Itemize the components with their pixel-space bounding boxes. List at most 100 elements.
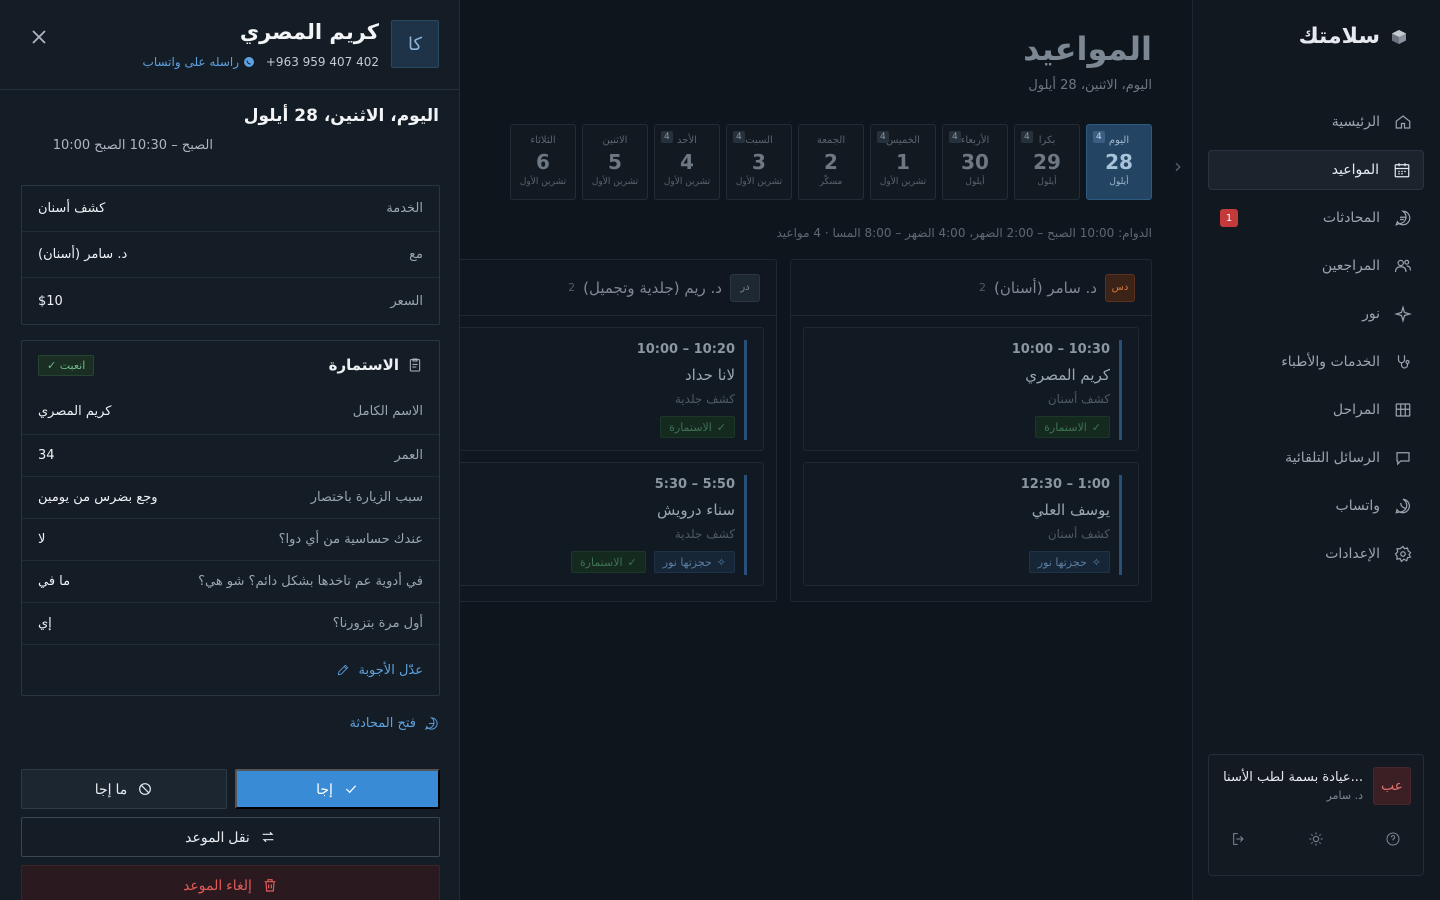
- appointment-date: اليوم، الاثنين، 28 أيلول: [243, 106, 439, 126]
- check-icon: ✓: [627, 555, 637, 569]
- message-icon: [1396, 452, 1410, 466]
- detail-value: د. سامر (أسنان): [38, 247, 128, 262]
- day-card[interactable]: 4 السبت 3 تشرين الأول: [726, 124, 792, 200]
- appointment-details: الخدمة كشف أسنان مع د. سامر (أسنان) السع…: [21, 185, 440, 325]
- form-row: العمر 34: [22, 435, 439, 477]
- day-number: 6: [536, 150, 550, 174]
- day-month: مسكّر: [819, 177, 843, 187]
- chevron-right-icon[interactable]: ›: [1174, 154, 1182, 178]
- form-row: الاسم الكامل كريم المصري: [22, 389, 439, 435]
- form-tag: الاستمارة ✓: [1035, 416, 1110, 438]
- day-month: أيلول: [965, 177, 985, 187]
- appointment-card[interactable]: 10:00 – 10:20 لانا حداد كشف جلدية الاستم…: [428, 327, 764, 451]
- detail-value: كشف أسنان: [38, 201, 106, 216]
- intake-form: الاستمارة ✓ انعبت الاسم الكامل كريم المص…: [21, 340, 440, 696]
- sidebar-item-stages[interactable]: المراحل: [1208, 390, 1424, 430]
- detail-value: $10: [38, 293, 63, 309]
- day-count: 4: [733, 131, 745, 143]
- service-name: كشف أسنان: [1047, 392, 1110, 406]
- doctor-avatar: دس: [1105, 273, 1135, 302]
- day-number: 3: [752, 150, 766, 174]
- form-answer: كريم المصري: [38, 404, 112, 419]
- sidebar-item-label: المراحل: [1332, 402, 1380, 418]
- sidebar-item-label: واتساب: [1335, 498, 1380, 514]
- sidebar: سلامتك الرئيسية المواعيد المحادثات 1 الم…: [1192, 0, 1440, 900]
- cancel-appointment-button[interactable]: إلغاء الموعد: [21, 865, 440, 900]
- pencil-icon: [338, 664, 349, 676]
- ban-icon: [139, 783, 152, 795]
- sidebar-item-label: المحادثات: [1322, 210, 1380, 226]
- form-answer: لا: [38, 532, 46, 547]
- form-answer: إي: [38, 616, 52, 631]
- brand-name: سلامتك: [1298, 24, 1380, 49]
- day-count: 4: [949, 131, 961, 143]
- reschedule-button[interactable]: نقل الموعد: [21, 817, 440, 857]
- mark-came-button[interactable]: إجا: [235, 769, 440, 809]
- day-card[interactable]: الاثنين 5 تشرين الأول: [582, 124, 648, 200]
- sidebar-item-noor[interactable]: نور: [1208, 294, 1424, 334]
- form-answer: 34: [38, 448, 55, 463]
- sidebar-item-whatsapp[interactable]: واتساب: [1208, 486, 1424, 526]
- appointment-drawer: كا كريم المصري +963 959 407 402 راسله عل…: [0, 0, 460, 900]
- sidebar-item-conversations[interactable]: المحادثات 1: [1208, 198, 1424, 238]
- form-tag: الاستمارة ✓: [660, 416, 735, 438]
- box-logo-icon: [1390, 28, 1408, 46]
- day-month: تشرين الأول: [591, 177, 639, 187]
- day-number: 29: [1033, 150, 1061, 174]
- day-number: 28: [1105, 150, 1133, 174]
- day-card[interactable]: 4 الأربعاء 30 أيلول: [942, 124, 1008, 200]
- form-question: في أدوية عم تاخدها بشكل دائم؟ شو هي؟: [198, 574, 423, 589]
- whatsapp-link[interactable]: راسله على واتساب: [143, 55, 255, 69]
- sidebar-item-home[interactable]: الرئيسية: [1208, 102, 1424, 142]
- day-card[interactable]: 4 اليوم 28 أيلول: [1086, 124, 1152, 200]
- doctor-column: دس د. سامر (أسنان) 2 10:00 – 10:30 كريم …: [790, 259, 1152, 602]
- sidebar-item-services[interactable]: الخدمات والأطباء: [1208, 342, 1424, 382]
- day-month: تشرين الأول: [735, 177, 783, 187]
- page-title: المواعيد: [1023, 30, 1152, 68]
- page-subtitle: اليوم، الاثنين، 28 أيلول: [1028, 78, 1152, 93]
- clinic-doctor: د. سامر: [1326, 789, 1363, 802]
- sidebar-item-label: نور: [1362, 306, 1380, 322]
- appointment-card[interactable]: 5:30 – 5:50 سناء درويش كشف جلدية حجزتها …: [428, 462, 764, 586]
- service-name: كشف أسنان: [1047, 527, 1110, 541]
- appointment-card[interactable]: 10:00 – 10:30 كريم المصري كشف أسنان الاس…: [803, 327, 1139, 451]
- help-icon[interactable]: [1385, 831, 1401, 847]
- day-card[interactable]: الجمعة 2 مسكّر: [798, 124, 864, 200]
- sidebar-item-appointments[interactable]: المواعيد: [1208, 150, 1424, 190]
- sidebar-item-auto-messages[interactable]: الرسائل التلقائية: [1208, 438, 1424, 478]
- day-number: 2: [824, 150, 838, 174]
- form-question: العمر: [394, 448, 423, 463]
- day-number: 5: [608, 150, 622, 174]
- sidebar-item-patients[interactable]: المراجعين: [1208, 246, 1424, 286]
- whatsapp-icon: [1395, 498, 1410, 514]
- clinic-switcher[interactable]: عب عيادة بسمة لطب الأسنا... د. سامر: [1209, 755, 1423, 805]
- mark-no-show-button[interactable]: ما إجا: [21, 769, 227, 809]
- day-card[interactable]: 4 الخميس 1 تشرين الأول: [870, 124, 936, 200]
- sun-icon[interactable]: [1308, 831, 1324, 847]
- appointment-time: 10:00 الصبح – 10:30 الصبح: [52, 138, 213, 153]
- service-name: كشف جلدية: [674, 527, 735, 541]
- sidebar-item-label: الإعدادات: [1325, 546, 1380, 562]
- sparkle-icon: [1394, 305, 1412, 323]
- patient-avatar: كا: [391, 20, 439, 68]
- day-number: 4: [680, 150, 694, 174]
- brand[interactable]: سلامتك: [1299, 24, 1408, 49]
- form-answer: ما في: [38, 574, 71, 589]
- logout-icon[interactable]: [1231, 831, 1247, 847]
- close-icon[interactable]: [30, 28, 48, 46]
- appointment-card[interactable]: 12:30 – 1:00 يوسف العلي كشف أسنان حجزتها…: [803, 462, 1139, 586]
- users-icon: [1394, 259, 1412, 273]
- open-chat-link[interactable]: فتح المحادثة: [350, 716, 439, 731]
- calendar-icon: [1394, 163, 1410, 178]
- sidebar-item-label: الخدمات والأطباء: [1281, 354, 1380, 370]
- appointment-count: 2: [568, 281, 576, 294]
- day-card[interactable]: 4 بكرا 29 أيلول: [1014, 124, 1080, 200]
- edit-answers-link[interactable]: عدّل الأجوبة: [22, 645, 439, 695]
- sidebar-item-settings[interactable]: الإعدادات: [1208, 534, 1424, 574]
- sidebar-item-label: الرسائل التلقائية: [1285, 450, 1380, 466]
- day-card[interactable]: 4 الأحد 4 تشرين الأول: [654, 124, 720, 200]
- day-card[interactable]: الثلاثاء 6 تشرين الأول: [510, 124, 576, 200]
- appointment-time: 10:00 – 10:20: [636, 342, 735, 357]
- clinic-card: عب عيادة بسمة لطب الأسنا... د. سامر: [1208, 754, 1424, 876]
- appointment-time: 5:30 – 5:50: [654, 477, 735, 492]
